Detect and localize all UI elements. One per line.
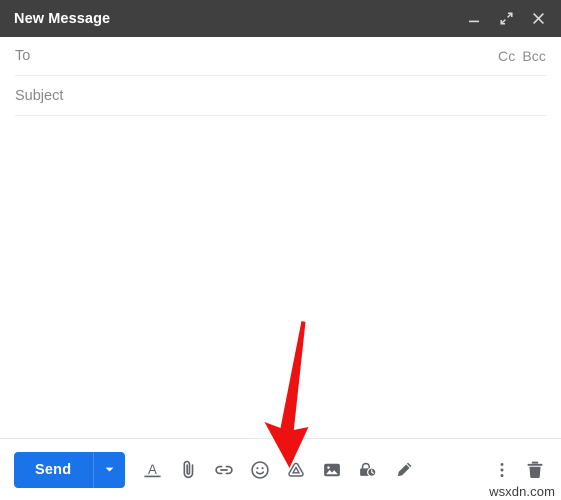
send-button-group[interactable]: Send	[14, 451, 126, 488]
subject-input[interactable]	[15, 87, 546, 104]
insert-link-icon[interactable]	[206, 452, 242, 488]
insert-photo-icon[interactable]	[314, 452, 350, 488]
insert-signature-icon[interactable]	[386, 452, 422, 488]
page-title: New Message	[14, 10, 111, 27]
message-body-input[interactable]	[15, 116, 546, 438]
close-icon[interactable]	[529, 10, 547, 28]
window-controls	[465, 10, 547, 28]
watermark-label: wsxdn.com	[489, 484, 555, 499]
minimize-icon[interactable]	[465, 10, 483, 28]
insert-emoji-icon[interactable]	[242, 452, 278, 488]
cc-button[interactable]: Cc	[498, 48, 515, 64]
bcc-button[interactable]: Bcc	[522, 48, 546, 64]
toolbar-icon-group: A	[134, 452, 422, 488]
send-button[interactable]: Send	[14, 452, 93, 488]
toolbar-right-group	[490, 452, 547, 488]
attach-file-icon[interactable]	[170, 452, 206, 488]
cc-bcc-group: Cc Bcc	[490, 48, 546, 64]
insert-drive-icon[interactable]	[278, 452, 314, 488]
discard-draft-icon[interactable]	[523, 452, 547, 488]
to-input[interactable]	[15, 48, 491, 64]
formatting-options-icon[interactable]: A	[134, 452, 170, 488]
to-field-row[interactable]: Cc Bcc	[15, 37, 546, 76]
confidential-mode-icon[interactable]	[350, 452, 386, 488]
compose-titlebar: New Message	[0, 0, 561, 37]
more-options-icon[interactable]	[490, 452, 514, 488]
subject-field-row[interactable]	[15, 76, 546, 116]
compose-window: New Message To Cc Bcc Subject Send A wsx…	[0, 0, 561, 500]
expand-icon[interactable]	[497, 10, 515, 28]
svg-text:A: A	[148, 462, 157, 477]
compose-toolbar: Send A	[0, 439, 561, 500]
send-options-chevron-down-icon[interactable]	[93, 451, 125, 488]
